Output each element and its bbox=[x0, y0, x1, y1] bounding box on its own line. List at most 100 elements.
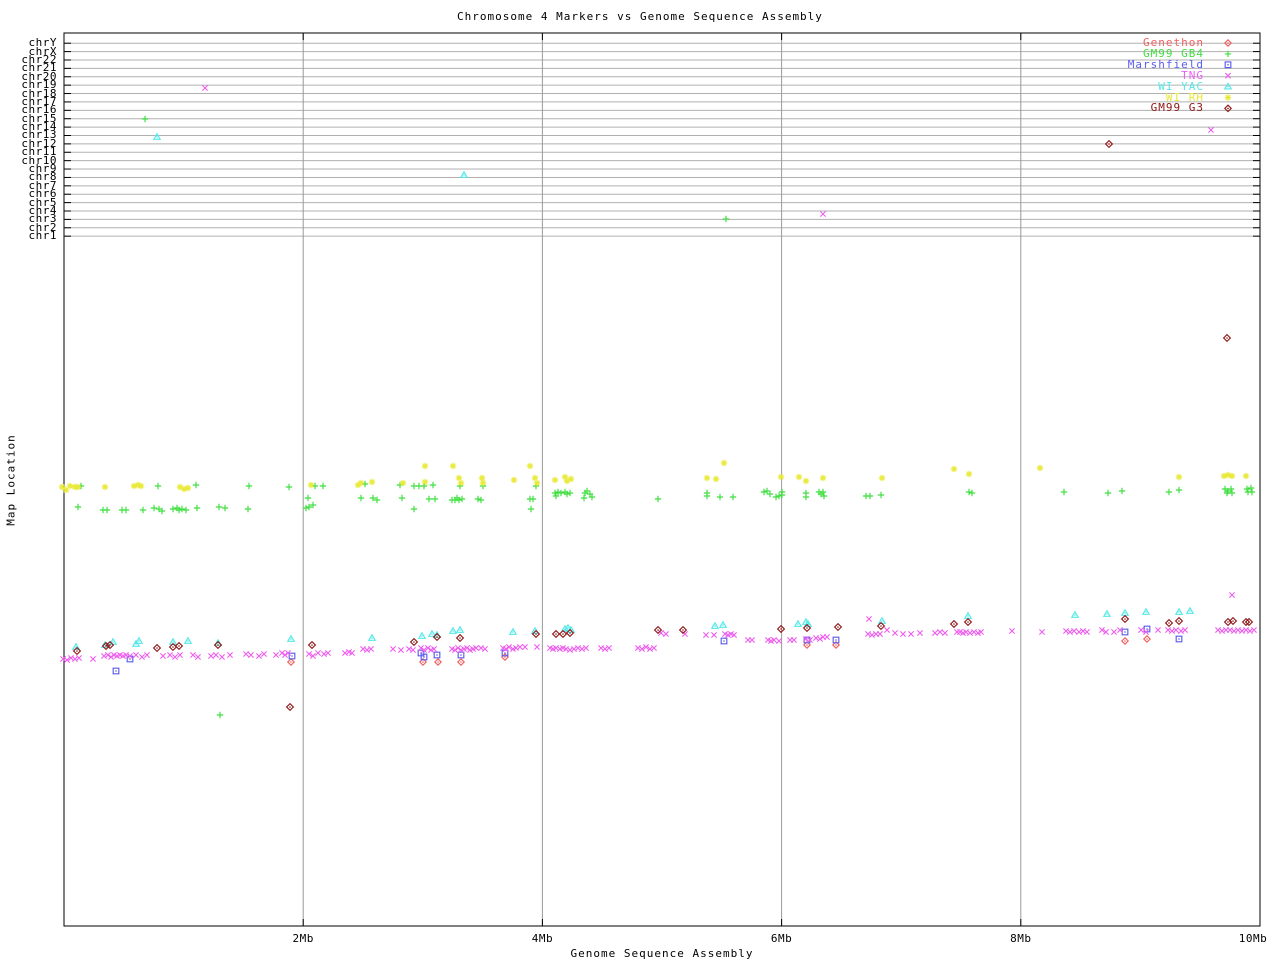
data-point-gm99-gb4 bbox=[802, 493, 810, 501]
data-point-tng bbox=[1137, 626, 1145, 634]
data-point-gm99-g3 bbox=[152, 643, 162, 653]
data-point-gm99-gb4 bbox=[1118, 487, 1126, 495]
data-point-gm99-gb4 bbox=[458, 495, 466, 503]
x-tick-label: 10Mb bbox=[1238, 932, 1268, 945]
data-point-gm99-gb4 bbox=[139, 506, 147, 514]
data-point-wi-rh bbox=[510, 476, 518, 484]
data-point-wi-yac bbox=[1070, 610, 1080, 618]
data-point-wi-rh bbox=[399, 479, 407, 487]
data-point-tng bbox=[226, 651, 234, 659]
data-point-tng bbox=[1038, 628, 1046, 636]
data-point-wi-rh bbox=[74, 483, 82, 491]
data-point-tng bbox=[409, 646, 417, 654]
x-tick-label: 6Mb bbox=[770, 932, 793, 945]
data-point-wi-rh bbox=[449, 462, 457, 470]
data-point-wi-yac bbox=[455, 625, 465, 633]
data-point-tng bbox=[1207, 126, 1215, 134]
data-point-tng bbox=[907, 630, 915, 638]
data-point-gm99-gb4 bbox=[178, 505, 186, 513]
data-point-gm99-gb4 bbox=[772, 493, 780, 501]
data-point-gm99-gb4 bbox=[1060, 488, 1068, 496]
chart-canvas: Chromosome 4 Markers vs Genome Sequence … bbox=[0, 0, 1280, 960]
data-point-gm99-gb4 bbox=[580, 494, 588, 502]
data-point-wi-rh bbox=[478, 474, 486, 482]
legend-label-gm99_g3: GM99 G3 bbox=[1150, 101, 1204, 115]
data-point-wi-rh bbox=[307, 481, 315, 489]
data-point-gm99-gb4 bbox=[192, 481, 200, 489]
data-point-wi-yac bbox=[793, 619, 803, 627]
data-point-wi-rh bbox=[878, 474, 886, 482]
data-point-gm99-gb4 bbox=[716, 493, 724, 501]
data-point-tng bbox=[865, 615, 873, 623]
data-point-wi-rh bbox=[1242, 472, 1250, 480]
data-point-wi-yac bbox=[108, 637, 118, 645]
data-point-gm99-gb4 bbox=[703, 492, 711, 500]
data-point-wi-yac bbox=[459, 170, 469, 178]
data-point-tng bbox=[138, 653, 146, 661]
data-point-tng bbox=[819, 210, 827, 218]
data-point-gm99-gb4 bbox=[965, 488, 973, 496]
data-point-tng bbox=[931, 629, 939, 637]
data-point-tng bbox=[481, 645, 489, 653]
data-point-tng bbox=[941, 629, 949, 637]
data-point-tng bbox=[916, 629, 924, 637]
plot-area bbox=[58, 32, 1261, 927]
data-point-tng bbox=[662, 630, 670, 638]
data-point-tng bbox=[194, 653, 202, 661]
data-point-wi-rh bbox=[101, 483, 109, 491]
data-point-gm99-gb4 bbox=[1243, 485, 1251, 493]
data-point-wi-rh bbox=[819, 474, 827, 482]
data-point-genethon bbox=[286, 657, 296, 667]
data-point-wi-yac bbox=[710, 621, 720, 629]
data-point-tng bbox=[702, 631, 710, 639]
data-point-marshfield bbox=[433, 651, 441, 659]
data-point-gm99-gb4 bbox=[193, 504, 201, 512]
data-point-tng bbox=[1228, 591, 1236, 599]
data-point-gm99-gb4 bbox=[425, 495, 433, 503]
data-point-wi-yac bbox=[508, 627, 518, 635]
data-point-tng bbox=[521, 643, 529, 651]
data-point-tng bbox=[891, 629, 899, 637]
data-point-wi-rh bbox=[421, 462, 429, 470]
data-point-gm99-gb4 bbox=[778, 491, 786, 499]
data-point-tng bbox=[218, 653, 226, 661]
data-point-marshfield bbox=[1175, 635, 1183, 643]
data-point-gm99-gb4 bbox=[1175, 486, 1183, 494]
data-point-gm99-g3 bbox=[949, 619, 959, 629]
data-point-gm99-gb4 bbox=[357, 494, 365, 502]
legend-marker-wi_yac bbox=[1223, 82, 1233, 90]
data-point-gm99-gb4 bbox=[477, 496, 485, 504]
data-point-genethon bbox=[500, 652, 510, 662]
data-point-gm99-gb4 bbox=[529, 495, 537, 503]
data-point-gm99-g3 bbox=[531, 629, 541, 639]
data-point-tng bbox=[775, 637, 783, 645]
data-point-tng bbox=[159, 652, 167, 660]
data-point-wi-yac bbox=[1102, 609, 1112, 617]
data-point-wi-yac bbox=[367, 633, 377, 641]
data-point-gm99-gb4 bbox=[221, 504, 229, 512]
data-point-tng bbox=[1110, 628, 1118, 636]
data-point-tng bbox=[260, 650, 268, 658]
data-point-wi-yac bbox=[417, 631, 427, 639]
x-tick-label: 4Mb bbox=[531, 932, 554, 945]
data-point-gm99-gb4 bbox=[141, 115, 149, 123]
data-point-marshfield bbox=[288, 652, 296, 660]
data-point-tng bbox=[1181, 626, 1189, 634]
data-point-wi-rh bbox=[720, 459, 728, 467]
data-point-gm99-gb4 bbox=[150, 504, 158, 512]
data-point-tng bbox=[176, 651, 184, 659]
data-point-tng bbox=[516, 643, 524, 651]
x-tick-label: 8Mb bbox=[1010, 932, 1032, 945]
data-point-tng bbox=[272, 651, 280, 659]
data-point-tng bbox=[281, 651, 289, 659]
data-point-tng bbox=[605, 644, 613, 652]
data-point-gm99-gb4 bbox=[474, 495, 482, 503]
data-point-wi-rh bbox=[533, 479, 541, 487]
data-point-genethon bbox=[456, 657, 466, 667]
data-point-wi-rh bbox=[357, 479, 365, 487]
data-point-wi-yac bbox=[448, 626, 458, 634]
data-point-tng bbox=[324, 649, 332, 657]
data-point-wi-rh bbox=[965, 470, 973, 478]
data-point-wi-rh bbox=[368, 478, 376, 486]
data-point-wi-rh bbox=[137, 482, 145, 490]
